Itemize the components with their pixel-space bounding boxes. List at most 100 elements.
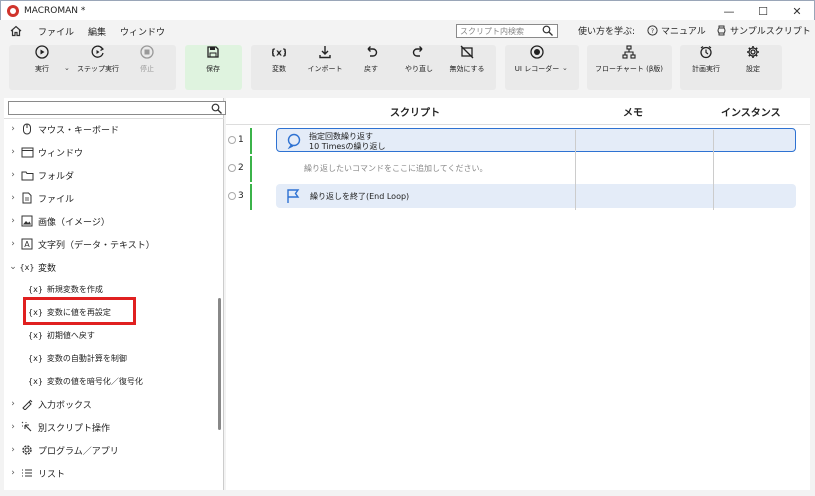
script-row[interactable]: 1 指定回数繰り返す 10 Timesの繰り返し: [226, 128, 810, 154]
flowchart-icon: [622, 45, 636, 59]
flowchart-label: フローチャート (β版): [594, 65, 664, 73]
column-header-instance: インスタンス: [721, 108, 781, 119]
sidebar-item-input-box[interactable]: › 入力ボックス: [4, 395, 92, 413]
redo-button[interactable]: やり直し: [396, 45, 442, 74]
close-button[interactable]: ✕: [780, 1, 814, 21]
divider: [4, 118, 224, 119]
line-number: 1: [228, 135, 244, 145]
svg-text:?: ?: [651, 28, 654, 35]
script-editor: スクリプト メモ インスタンス 1 指定回数繰り返す 10 Timesの繰り返し…: [226, 98, 810, 490]
sidebar-subitem-encrypt[interactable]: {x} 変数の値を暗号化／復号化: [28, 372, 143, 390]
settings-button[interactable]: 設定: [730, 45, 776, 74]
maximize-button[interactable]: ☐: [746, 1, 780, 21]
schedule-button[interactable]: 計画実行: [683, 45, 729, 74]
run-dropdown-chevron-icon[interactable]: ⌄: [64, 64, 70, 72]
chevron-right-icon: ›: [11, 445, 15, 455]
breakpoint-icon[interactable]: [228, 164, 236, 172]
chevron-down-icon: ⌄: [9, 262, 17, 272]
command-title: 繰り返しを終了(End Loop): [310, 192, 410, 201]
menu-edit[interactable]: 編集: [88, 25, 106, 38]
variable-icon: {x}: [28, 284, 43, 294]
line-number-text: 2: [238, 163, 244, 173]
breakpoint-icon[interactable]: [228, 192, 236, 200]
text-icon: A: [20, 238, 34, 251]
sidebar-item-window[interactable]: › ウィンドウ: [4, 143, 83, 161]
title-bar: MACROMAN * — ☐ ✕: [0, 0, 815, 20]
sidebar-item-mouse-keyboard[interactable]: › マウス・キーボード: [4, 120, 119, 138]
samples-label: サンプルスクリプト: [730, 27, 811, 37]
image-icon: [20, 215, 34, 228]
sidebar-subitem-auto-calc[interactable]: {x} 変数の自動計算を制御: [28, 349, 127, 367]
sidebar-item-file[interactable]: › ファイル: [4, 189, 74, 207]
undo-icon: [367, 46, 378, 57]
redo-icon: [412, 46, 423, 57]
flowchart-button[interactable]: フローチャート (β版): [590, 45, 668, 74]
schedule-label: 計画実行: [692, 65, 720, 73]
sidebar-subitem-create-variable[interactable]: {x} 新規変数を作成: [28, 280, 103, 298]
import-button[interactable]: インポート: [302, 45, 348, 74]
search-icon[interactable]: [211, 103, 222, 114]
mouse-icon: [20, 123, 34, 136]
line-number: 3: [228, 191, 244, 201]
manual-link[interactable]: ? マニュアル: [647, 24, 706, 37]
sidebar-item-variable[interactable]: ⌄ {x} 変数: [4, 258, 56, 276]
loop-command[interactable]: 指定回数繰り返す 10 Timesの繰り返し: [276, 128, 796, 152]
script-row[interactable]: 3 繰り返しを終了(End Loop): [226, 184, 810, 210]
step-run-button[interactable]: ステップ実行: [75, 45, 121, 74]
sidebar-item-label: リスト: [38, 469, 66, 480]
menu-window[interactable]: ウィンドウ: [120, 25, 165, 38]
script-search-input[interactable]: スクリプト内検索: [456, 24, 558, 38]
variable-icon: {x}: [272, 49, 286, 59]
sidebar-subitem-label: 初期値へ戻す: [46, 330, 95, 340]
drop-placeholder: 繰り返したいコマンドをここに追加してください。: [304, 164, 488, 173]
sidebar-item-text[interactable]: › A 文字列（データ・テキスト）: [4, 235, 155, 253]
command-search-input[interactable]: [8, 101, 226, 115]
run-button[interactable]: 実行: [19, 45, 65, 74]
chevron-right-icon: ›: [11, 399, 15, 409]
search-icon[interactable]: [542, 25, 553, 36]
disable-button[interactable]: 無効にする: [444, 45, 490, 74]
sidebar-item-label: マウス・キーボード: [38, 125, 120, 136]
variable-icon: {x}: [28, 353, 43, 363]
end-loop-command[interactable]: 繰り返しを終了(End Loop): [276, 184, 796, 208]
sidebar-item-label: 文字列（データ・テキスト）: [38, 240, 155, 251]
sidebar-item-label: プログラム／アプリ: [38, 446, 119, 457]
active-line-marker: [250, 156, 252, 182]
minimize-button[interactable]: —: [712, 1, 746, 21]
sidebar-subitem-label: 変数の自動計算を制御: [46, 353, 127, 363]
active-line-marker: [250, 128, 252, 154]
stop-icon: [140, 45, 154, 59]
breakpoint-icon[interactable]: [228, 136, 236, 144]
script-row[interactable]: 2 繰り返したいコマンドをここに追加してください。: [226, 156, 810, 182]
instance-column-divider: [713, 130, 714, 210]
variable-button[interactable]: {x} 変数: [256, 45, 302, 74]
sidebar-item-script[interactable]: › 別スクリプト操作: [4, 418, 110, 436]
sidebar-item-program[interactable]: › プログラム／アプリ: [4, 441, 119, 459]
file-icon: [20, 192, 34, 205]
samples-link[interactable]: サンプルスクリプト: [716, 24, 811, 37]
sidebar-item-label: ファイル: [38, 194, 75, 205]
stop-button[interactable]: 停止: [124, 45, 170, 74]
menu-bar: ファイル 編集 ウィンドウ スクリプト内検索 使い方を学ぶ: ? マニュアル サ…: [0, 20, 815, 42]
sidebar-scrollbar[interactable]: [218, 298, 221, 430]
save-button[interactable]: 保存: [190, 45, 236, 74]
recorder-dropdown-chevron-icon[interactable]: ⌄: [562, 64, 568, 72]
settings-label: 設定: [746, 65, 760, 73]
chevron-right-icon: ›: [11, 468, 15, 478]
sidebar-item-folder[interactable]: › フォルダ: [4, 166, 74, 184]
sidebar-subitem-restore-default[interactable]: {x} 初期値へ戻す: [28, 326, 95, 344]
home-icon[interactable]: [10, 25, 22, 37]
step-run-label: ステップ実行: [77, 65, 119, 73]
sidebar-subitem-label: 新規変数を作成: [46, 284, 103, 294]
window-title: MACROMAN *: [24, 5, 86, 16]
sidebar-item-image[interactable]: › 画像（イメージ）: [4, 212, 110, 230]
memo-column-divider: [575, 130, 576, 210]
menu-file[interactable]: ファイル: [38, 25, 74, 38]
command-sidebar: › マウス・キーボード › ウィンドウ › フォルダ › ファイル › 画像（イメージ） …: [4, 98, 226, 490]
sidebar-item-list[interactable]: › リスト: [4, 464, 65, 482]
undo-button[interactable]: 戻す: [348, 45, 394, 74]
ui-recorder-button[interactable]: UI レコーダー: [514, 45, 560, 74]
command-detail: 10 Timesの繰り返し: [309, 142, 386, 151]
toolbar: 実行 ⌄ ステップ実行 停止 保存 {x} 変数 インポート 戻す やり直し 無…: [0, 42, 815, 96]
svg-text:A: A: [24, 240, 30, 249]
